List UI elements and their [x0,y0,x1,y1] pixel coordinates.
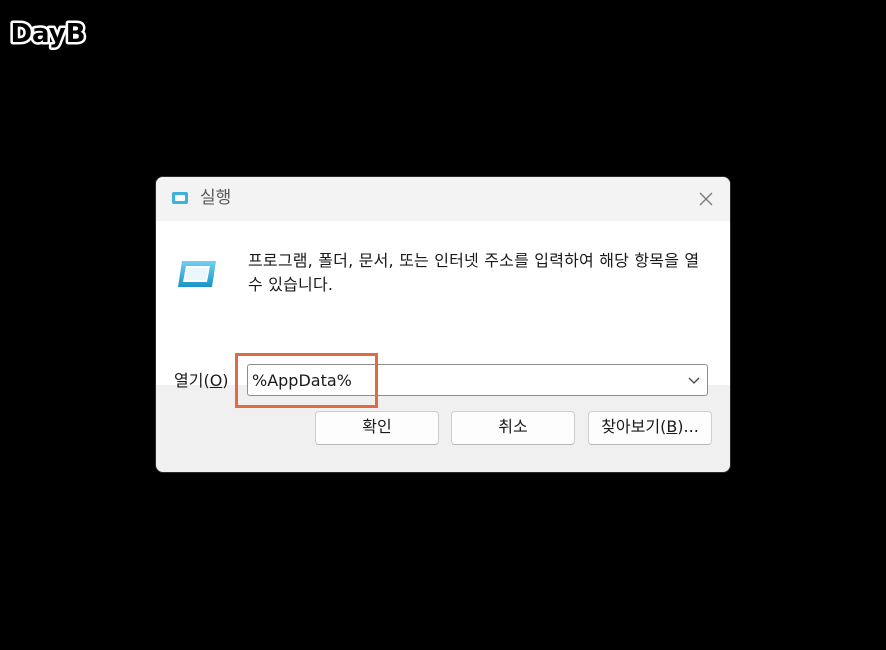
description-text: 프로그램, 폴더, 문서, 또는 인터넷 주소를 입력하여 해당 항목을 열 수… [248,251,700,294]
ok-button[interactable]: 확인 [315,411,439,445]
run-app-icon [178,261,216,287]
open-combobox[interactable] [247,364,708,396]
dayb-logo: DayB DayB [8,17,88,52]
dialog-content: 프로그램, 폴더, 문서, 또는 인터넷 주소를 입력하여 해당 항목을 열 수… [156,221,730,408]
desktop-background: DayB DayB 실행 프로그램, 폴더, 문서, 또는 인터넷 주소를 입력… [0,0,886,650]
title-bar: 실행 [156,177,730,221]
open-label: 열기(O) [174,371,229,390]
cancel-button[interactable]: 취소 [451,411,575,445]
run-dialog: 실행 프로그램, 폴더, 문서, 또는 인터넷 주소를 입력하여 해당 항목을 … [156,177,730,472]
open-input[interactable] [252,369,672,391]
close-icon[interactable] [690,183,722,215]
run-app-icon [172,192,188,204]
browse-button[interactable]: 찾아보기(B)... [588,411,712,445]
dialog-title: 실행 [200,188,232,208]
svg-text:DayB: DayB [10,19,85,49]
chevron-down-icon[interactable] [687,374,701,386]
